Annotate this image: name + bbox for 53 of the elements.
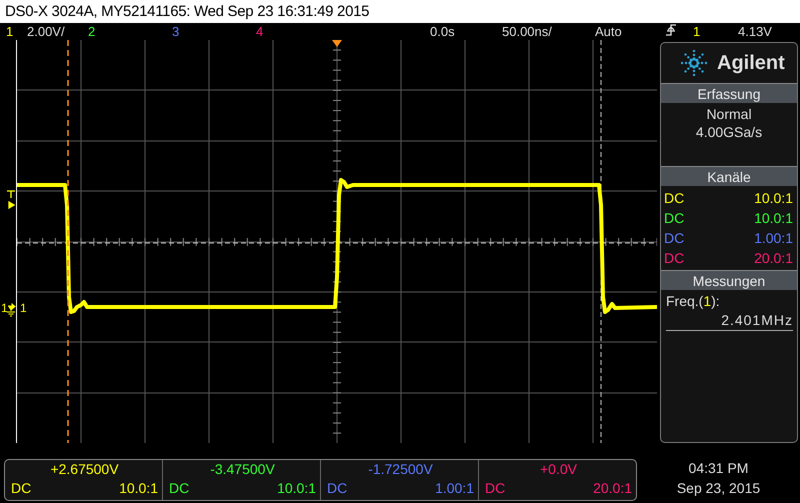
clock-time: 04:31 PM (688, 460, 748, 476)
channel-label[interactable]: 3 (172, 24, 180, 39)
trigger-position-icon (332, 40, 342, 47)
ground-marker-icon (7, 301, 16, 317)
channel-label[interactable]: 2 (88, 24, 96, 39)
coupling-label: DC (327, 480, 348, 496)
channel-marker[interactable]: 1 (1, 302, 8, 314)
clock-date: Sep 23, 2015 (676, 480, 760, 496)
section-header[interactable]: Messungen (661, 270, 797, 290)
channel-offset[interactable]: -1.72500V (368, 461, 433, 477)
coupling-label: DC (664, 210, 684, 226)
time-offset[interactable]: 0.0s (430, 24, 502, 39)
trigger-level[interactable]: 4.13V (738, 24, 800, 39)
channel-offset[interactable]: +0.0V (540, 461, 577, 477)
coupling-label: DC (11, 480, 32, 496)
acquisition-text: 4.00GSa/s (696, 124, 762, 140)
section-title: Kanäle (707, 168, 751, 184)
coupling-label: DC (664, 250, 684, 266)
rising-edge-icon (666, 24, 676, 36)
section-title: Messungen (692, 272, 766, 288)
probe-ratio: 10.0:1 (277, 480, 316, 496)
coupling-label: DC (664, 230, 684, 246)
measurement-value: 2.401MHz (666, 312, 793, 331)
window-title: DS0-X 3024A, MY52141165: Wed Sep 23 16:31:49 2015 (5, 3, 370, 20)
sparkle-logo-icon (681, 50, 707, 76)
probe-ratio: 20.0:1 (593, 480, 632, 496)
section-header[interactable]: Erfassung (661, 83, 797, 103)
trigger-mode[interactable]: Auto (595, 24, 666, 39)
trigger-source[interactable]: 1 (693, 24, 738, 39)
section-title: Erfassung (697, 86, 761, 102)
trigger-level-marker-icon (7, 190, 16, 210)
vertical-scale[interactable]: 2.00V/ (27, 24, 88, 39)
probe-ratio: 10.0:1 (754, 210, 793, 226)
channel-label[interactable]: 4 (256, 24, 264, 39)
timebase[interactable]: 50.00ns/ (502, 24, 595, 39)
coupling-label: DC (169, 480, 190, 496)
channel-offset[interactable]: +2.67500V (50, 461, 119, 477)
probe-ratio: 10.0:1 (119, 480, 158, 496)
probe-ratio: 10.0:1 (754, 190, 793, 206)
probe-ratio: 1.00:1 (435, 480, 474, 496)
probe-ratio: 20.0:1 (754, 250, 793, 266)
coupling-label: DC (664, 190, 684, 206)
probe-ratio: 1.00:1 (754, 230, 793, 246)
acquisition-text: Normal (706, 106, 752, 122)
coupling-label: DC (485, 480, 506, 496)
channel-label[interactable]: 1 (6, 24, 27, 39)
channel-marker: 1 (20, 302, 27, 314)
vertical-cursor[interactable] (67, 40, 69, 443)
brand-logo: Agilent (717, 52, 785, 74)
measurement-label: Freq.(1): (666, 293, 721, 309)
channel-offset[interactable]: -3.47500V (210, 461, 275, 477)
horizontal-cursor[interactable] (17, 242, 657, 244)
section-header[interactable]: Kanäle (661, 166, 797, 186)
